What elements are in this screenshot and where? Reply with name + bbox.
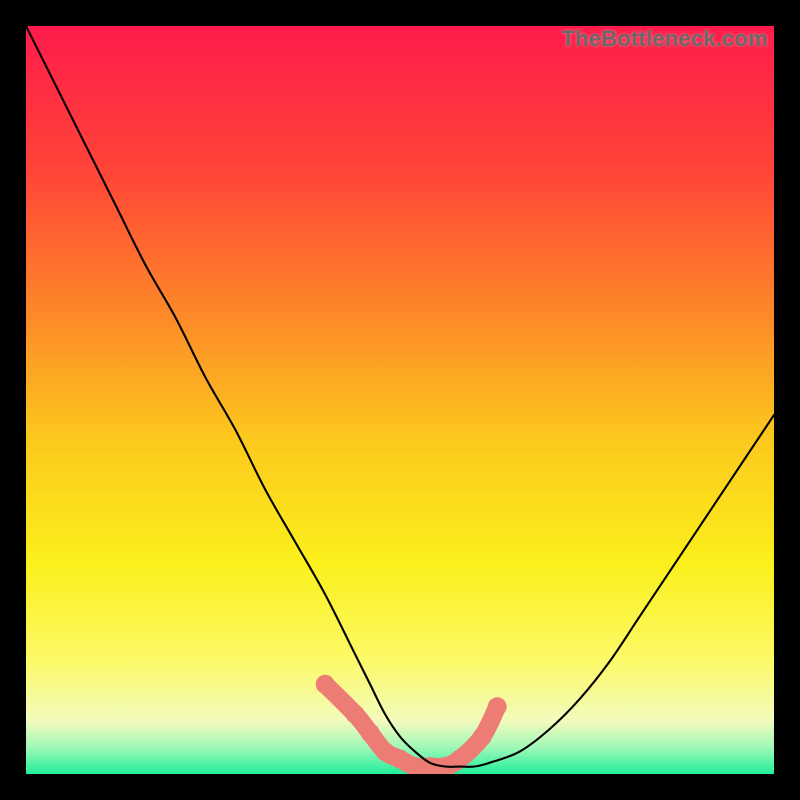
plot-area: TheBottleneck.com	[26, 26, 774, 774]
marker-dot	[361, 723, 380, 742]
chart-svg	[26, 26, 774, 774]
marker-dot	[316, 675, 335, 694]
marker-dot	[346, 705, 365, 724]
gradient-background	[26, 26, 774, 774]
chart-frame: TheBottleneck.com	[0, 0, 800, 800]
marker-dot	[488, 697, 507, 716]
watermark-text: TheBottleneck.com	[562, 26, 768, 52]
marker-dot	[473, 727, 492, 746]
